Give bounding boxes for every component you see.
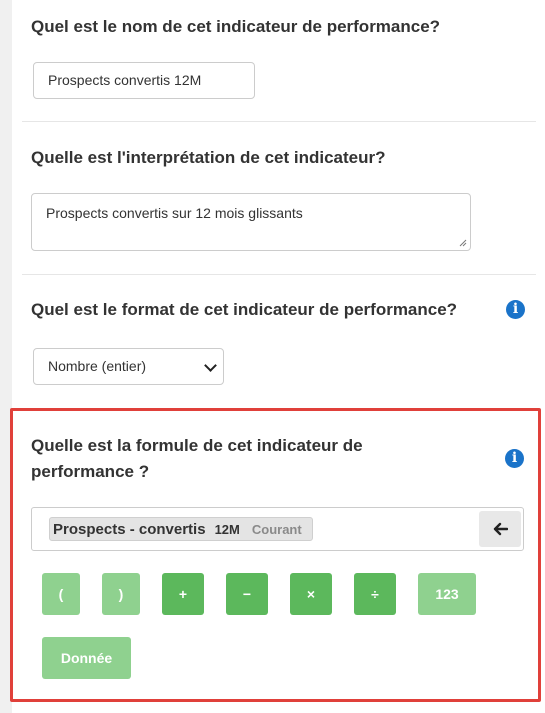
backspace-button[interactable] [479, 511, 521, 547]
operator-divide-button[interactable]: ÷ [354, 573, 396, 615]
question-formula-title-line1: Quelle est la formule de cet indicateur … [31, 436, 363, 455]
operator-multiply-button[interactable]: × [290, 573, 332, 615]
number-button[interactable]: 123 [418, 573, 476, 615]
question-format-title: Quel est le format de cet indicateur de … [31, 300, 458, 319]
separator [22, 274, 536, 275]
question-interpretation-title: Quelle est l'interprétation de cet indic… [31, 148, 386, 167]
interpretation-text: Prospects convertis sur 12 mois glissant… [46, 205, 303, 221]
operator-close-paren-button[interactable]: ) [102, 573, 140, 615]
question-formula-title-line2: performance ? [31, 462, 150, 481]
info-circle-icon[interactable]: i [506, 300, 525, 319]
operator-plus-button[interactable]: + [162, 573, 204, 615]
format-select[interactable]: Nombre (entier) [33, 348, 224, 385]
token-course: Courant [251, 521, 302, 537]
info-circle-icon[interactable]: i [505, 449, 524, 468]
token-period: 12M [214, 521, 240, 537]
interpretation-textarea[interactable]: Prospects convertis sur 12 mois glissant… [31, 193, 471, 251]
format-select-value: Nombre (entier) [48, 358, 147, 374]
chevron-down-icon [204, 359, 217, 372]
arrow-left-icon [493, 522, 508, 536]
operator-open-paren-button[interactable]: ( [42, 573, 80, 615]
question-name-title: Quel est le nom de cet indicateur de per… [31, 17, 441, 36]
operator-minus-button[interactable]: − [226, 573, 268, 615]
name-input[interactable]: Prospects convertis 12M [33, 62, 255, 99]
formula-token[interactable]: Prospects - convertis 12M Courant [49, 517, 313, 541]
token-name: Prospects - convertis [53, 520, 206, 538]
question-formula-title: Quelle est la formule de cet indicateur … [31, 433, 363, 485]
resize-handle-icon[interactable] [459, 239, 467, 247]
separator [22, 121, 536, 122]
data-button[interactable]: Donnée [42, 637, 131, 679]
